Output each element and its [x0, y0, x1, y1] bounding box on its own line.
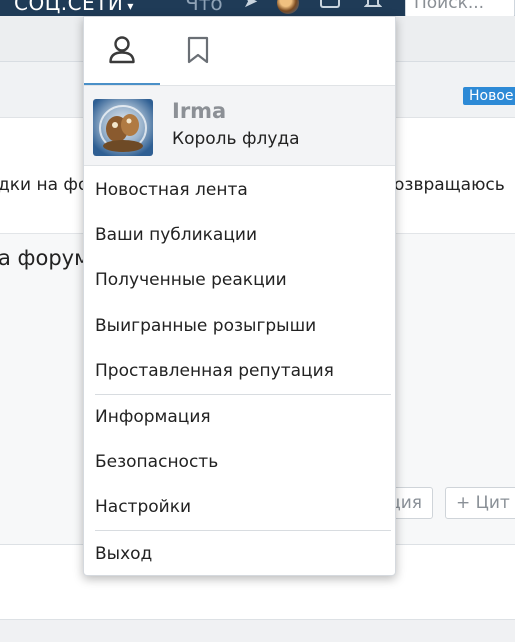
menu-item-reactions-received[interactable]: Полученные реакции — [95, 270, 287, 290]
arrow-icon[interactable]: ➤ — [243, 0, 258, 12]
menu-item-reputation-given[interactable]: Проставленная репутация — [95, 361, 334, 381]
account-dropdown: Irma Король флуда Новостная лента Ваши п… — [83, 16, 396, 576]
new-badge[interactable]: Новое — [463, 87, 515, 105]
profile-card[interactable]: Irma Король флуда — [84, 86, 395, 166]
profile-username[interactable]: Irma — [172, 99, 226, 123]
top-navigation-bar: СОЦ.СЕТИ ▾ Что ➤ Поиск... — [0, 0, 515, 16]
bookmark-icon — [187, 36, 209, 64]
post-heading-fragment: а форум — [0, 246, 90, 270]
nav-social-networks[interactable]: СОЦ.СЕТИ ▾ — [14, 0, 134, 15]
menu-divider — [95, 530, 391, 531]
profile-avatar[interactable] — [93, 99, 153, 156]
quote-button-label: Цит — [475, 493, 510, 513]
user-icon — [109, 36, 135, 64]
menu-item-logout[interactable]: Выход — [95, 544, 152, 564]
nav-social-networks-label: СОЦ.СЕТИ — [14, 0, 124, 15]
bell-icon[interactable] — [364, 0, 382, 10]
nav-whats-new[interactable]: Что — [185, 0, 223, 15]
account-avatar-button[interactable] — [277, 0, 299, 14]
search-input[interactable]: Поиск... — [405, 0, 515, 16]
menu-item-giveaways-won[interactable]: Выигранные розыгрыши — [95, 316, 316, 336]
menu-item-news-feed[interactable]: Новостная лента — [95, 180, 248, 200]
menu-item-security[interactable]: Безопасность — [95, 452, 218, 472]
quote-button[interactable]: + Цит — [445, 487, 515, 519]
menu-item-settings[interactable]: Настройки — [95, 497, 191, 517]
inbox-icon[interactable] — [320, 0, 340, 8]
avatar-image — [93, 99, 153, 156]
tab-account[interactable] — [84, 17, 160, 85]
menu-divider — [95, 394, 391, 395]
post-text-fragment-right: озвращаюсь — [394, 175, 505, 195]
tab-bookmarks[interactable] — [160, 17, 236, 85]
dropdown-tabs — [84, 17, 395, 86]
chevron-down-icon: ▾ — [127, 0, 134, 13]
profile-user-title: Король флуда — [172, 129, 300, 149]
menu-item-your-posts[interactable]: Ваши публикации — [95, 225, 257, 245]
page-footer-strip — [0, 620, 515, 642]
plus-icon: + — [456, 493, 476, 513]
menu-item-account-details[interactable]: Информация — [95, 407, 211, 427]
